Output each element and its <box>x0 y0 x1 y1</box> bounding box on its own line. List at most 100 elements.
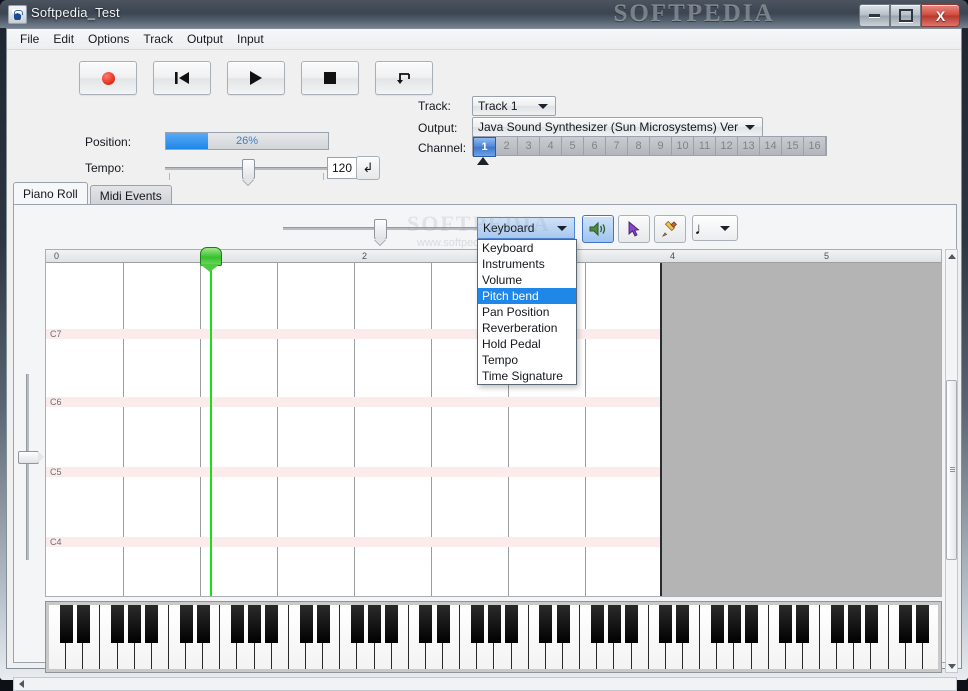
black-key[interactable] <box>179 605 193 644</box>
black-key[interactable] <box>625 605 639 644</box>
horizontal-zoom-thumb[interactable] <box>374 219 387 240</box>
black-key[interactable] <box>368 605 382 644</box>
black-key[interactable] <box>710 605 724 644</box>
horizontal-scrollbar[interactable] <box>13 677 957 691</box>
minimize-button[interactable] <box>859 4 890 27</box>
play-button[interactable] <box>227 61 285 95</box>
channel-button-2[interactable]: 2 <box>496 137 518 155</box>
tempo-slider-thumb[interactable] <box>242 159 255 180</box>
black-key[interactable] <box>796 605 810 644</box>
playhead-handle[interactable] <box>200 247 222 272</box>
black-key[interactable] <box>248 605 262 644</box>
menu-track[interactable]: Track <box>136 30 180 48</box>
rewind-button[interactable] <box>153 61 211 95</box>
dropdown-item-pitch-bend[interactable]: Pitch bend <box>478 288 576 304</box>
position-progress[interactable]: 26% <box>165 132 329 150</box>
scroll-down-button[interactable] <box>946 660 957 672</box>
channel-button-10[interactable]: 10 <box>672 137 694 155</box>
black-key[interactable] <box>676 605 690 644</box>
menu-output[interactable]: Output <box>180 30 230 48</box>
dropdown-item-tempo[interactable]: Tempo <box>478 352 576 368</box>
black-key[interactable] <box>916 605 930 644</box>
dropdown-item-time-signature[interactable]: Time Signature <box>478 368 576 384</box>
vertical-zoom-slider[interactable] <box>15 374 44 560</box>
channel-button-11[interactable]: 11 <box>694 137 716 155</box>
channel-button-12[interactable]: 12 <box>716 137 738 155</box>
black-key[interactable] <box>76 605 90 644</box>
select-tool-button[interactable] <box>618 215 650 243</box>
tempo-slider[interactable] <box>165 157 329 180</box>
channel-selector[interactable]: 1 2 3 4 5 6 7 8 9 10 11 12 13 14 15 16 <box>472 136 827 157</box>
menu-options[interactable]: Options <box>81 30 136 48</box>
speaker-tool-button[interactable] <box>582 215 614 243</box>
dropdown-item-pan-position[interactable]: Pan Position <box>478 304 576 320</box>
channel-button-6[interactable]: 6 <box>584 137 606 155</box>
dropdown-item-volume[interactable]: Volume <box>478 272 576 288</box>
keyboard-keys[interactable] <box>49 605 938 669</box>
channel-button-9[interactable]: 9 <box>650 137 672 155</box>
view-mode-dropdown[interactable]: Keyboard Instruments Volume Pitch bend Pan P… <box>477 239 577 385</box>
channel-button-5[interactable]: 5 <box>562 137 584 155</box>
black-key[interactable] <box>779 605 793 644</box>
black-key[interactable] <box>419 605 433 644</box>
stop-button[interactable] <box>301 61 359 95</box>
loop-button[interactable] <box>375 61 433 95</box>
note-duration-combo[interactable]: ♩ <box>692 215 738 241</box>
black-key[interactable] <box>128 605 142 644</box>
black-key[interactable] <box>487 605 501 644</box>
black-key[interactable] <box>590 605 604 644</box>
piano-keyboard[interactable] <box>45 601 942 673</box>
channel-button-13[interactable]: 13 <box>738 137 760 155</box>
channel-button-3[interactable]: 3 <box>518 137 540 155</box>
dropdown-item-instruments[interactable]: Instruments <box>478 256 576 272</box>
black-key[interactable] <box>556 605 570 644</box>
close-button[interactable]: X <box>921 4 960 27</box>
track-combo[interactable]: Track 1 <box>472 96 556 116</box>
black-key[interactable] <box>316 605 330 644</box>
black-key[interactable] <box>899 605 913 644</box>
black-key[interactable] <box>145 605 159 644</box>
black-key[interactable] <box>607 605 621 644</box>
black-key[interactable] <box>196 605 210 644</box>
vertical-scroll-thumb[interactable] <box>946 380 957 560</box>
channel-button-14[interactable]: 14 <box>760 137 782 155</box>
black-key[interactable] <box>505 605 519 644</box>
tab-piano-roll[interactable]: Piano Roll <box>13 182 88 205</box>
tab-midi-events[interactable]: Midi Events <box>89 185 172 205</box>
pencil-tool-button[interactable] <box>654 215 686 243</box>
dropdown-item-hold-pedal[interactable]: Hold Pedal <box>478 336 576 352</box>
tempo-value-field[interactable]: 120 <box>327 157 357 179</box>
channel-button-4[interactable]: 4 <box>540 137 562 155</box>
black-key[interactable] <box>659 605 673 644</box>
scroll-left-button[interactable] <box>14 680 28 688</box>
black-key[interactable] <box>539 605 553 644</box>
horizontal-zoom-slider[interactable] <box>283 217 483 240</box>
black-key[interactable] <box>727 605 741 644</box>
black-key[interactable] <box>385 605 399 644</box>
black-key[interactable] <box>864 605 878 644</box>
black-key[interactable] <box>847 605 861 644</box>
black-key[interactable] <box>265 605 279 644</box>
output-combo[interactable]: Java Sound Synthesizer (Sun Microsystems… <box>472 117 763 137</box>
channel-button-16[interactable]: 16 <box>804 137 826 155</box>
channel-button-1[interactable]: 1 <box>473 137 496 157</box>
menu-file[interactable]: File <box>13 30 46 48</box>
record-button[interactable] <box>79 61 137 95</box>
maximize-button[interactable] <box>890 4 921 27</box>
black-key[interactable] <box>111 605 125 644</box>
black-key[interactable] <box>745 605 759 644</box>
menu-edit[interactable]: Edit <box>46 30 81 48</box>
channel-button-7[interactable]: 7 <box>606 137 628 155</box>
view-mode-combo[interactable]: Keyboard <box>477 217 575 239</box>
vertical-zoom-thumb[interactable] <box>18 450 44 464</box>
channel-button-15[interactable]: 15 <box>782 137 804 155</box>
black-key[interactable] <box>830 605 844 644</box>
menu-input[interactable]: Input <box>230 30 271 48</box>
channel-button-8[interactable]: 8 <box>628 137 650 155</box>
dropdown-item-keyboard[interactable]: Keyboard <box>478 240 576 256</box>
vertical-scrollbar[interactable] <box>945 249 958 673</box>
black-key[interactable] <box>230 605 244 644</box>
scroll-up-button[interactable] <box>946 250 957 262</box>
black-key[interactable] <box>470 605 484 644</box>
black-key[interactable] <box>59 605 73 644</box>
